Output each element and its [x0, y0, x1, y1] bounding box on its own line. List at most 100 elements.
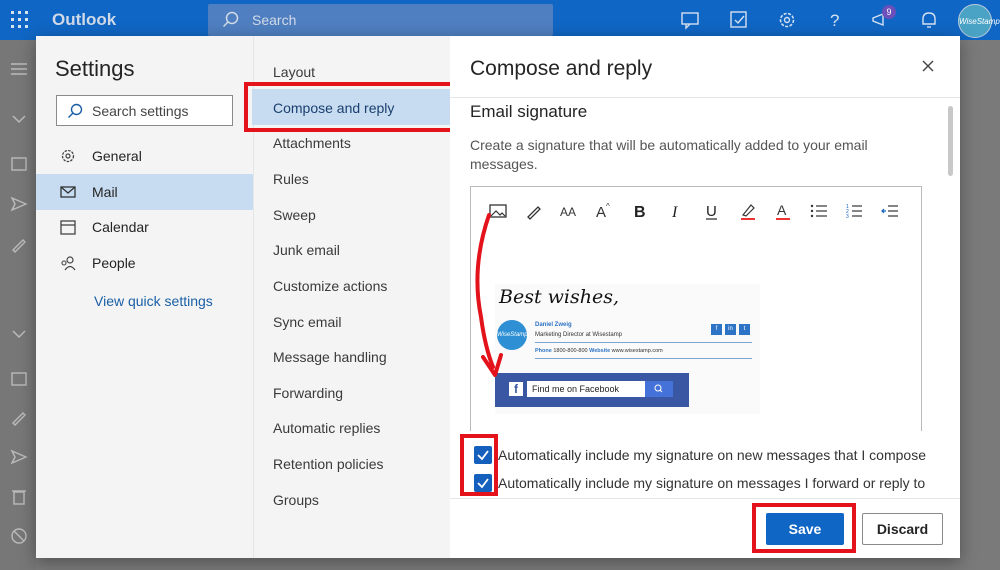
avatar[interactable]: WiseStamp [958, 4, 1000, 38]
nav-calendar[interactable]: Calendar [36, 209, 253, 245]
facebook-cta: Find me on Facebook [527, 381, 645, 397]
hamburger-icon[interactable] [10, 60, 28, 78]
section-sweep[interactable]: Sweep [273, 207, 316, 223]
svg-text:^: ^ [606, 202, 610, 211]
send-icon[interactable] [10, 448, 28, 466]
section-sync-email[interactable]: Sync email [273, 314, 341, 330]
global-search-box[interactable]: Search [208, 4, 553, 36]
linkedin-icon: in [725, 324, 736, 335]
phone-label: Phone [535, 348, 552, 354]
nav-mail[interactable]: Mail [36, 174, 253, 210]
help-icon[interactable]: ? [824, 9, 846, 31]
discard-button[interactable]: Discard [862, 513, 943, 545]
include-new-label[interactable]: Automatically include my signature on ne… [498, 447, 926, 463]
settings-title: Settings [55, 56, 135, 81]
svg-text:3: 3 [846, 214, 849, 220]
bullets-icon[interactable] [808, 201, 830, 223]
section-message-handling[interactable]: Message handling [273, 349, 387, 365]
decrease-indent-icon[interactable] [879, 201, 901, 223]
nav-general[interactable]: General [36, 138, 253, 174]
bell-icon[interactable] [918, 9, 940, 31]
section-forwarding[interactable]: Forwarding [273, 385, 343, 401]
notification-badge: 9 [882, 5, 896, 19]
facebook-banner: f Find me on Facebook [495, 373, 689, 407]
underline-icon[interactable]: U [701, 201, 723, 223]
compose-reply-panel: Compose and reply Email signature Create… [450, 36, 960, 558]
font-color-icon[interactable]: A [772, 201, 794, 223]
facebook-search-icon [645, 381, 673, 397]
svg-text:A: A [596, 204, 606, 221]
signature-role: Marketing Director at Wisestamp [535, 332, 623, 338]
svg-text:?: ? [830, 11, 839, 30]
header-divider [450, 97, 960, 98]
signature-contact: Phone 1800-800-800 Website www.wisestamp… [535, 348, 663, 354]
nav-label: Calendar [92, 219, 149, 235]
view-quick-settings-link[interactable]: View quick settings [94, 293, 213, 309]
italic-icon[interactable]: I [665, 201, 687, 223]
footer-divider [450, 498, 960, 499]
mail-icon [60, 184, 76, 200]
format-painter-icon[interactable] [523, 201, 545, 223]
settings-search-input[interactable]: Search settings [56, 95, 233, 126]
close-icon[interactable] [920, 58, 936, 74]
svg-text:A: A [777, 202, 787, 218]
pencil-icon[interactable] [10, 235, 28, 253]
section-retention-policies[interactable]: Retention policies [273, 456, 384, 472]
website-label: Website [589, 348, 611, 354]
font-size-icon[interactable]: A ^ [593, 201, 615, 223]
settings-categories: Settings Search settings General Mail Ca… [36, 36, 253, 558]
signature-preview: Best wishes, WiseStamp Daniel Zweig Mark… [495, 284, 760, 414]
svg-text:I: I [671, 204, 678, 221]
section-groups[interactable]: Groups [273, 492, 319, 508]
people-icon [60, 255, 76, 271]
section-automatic-replies[interactable]: Automatic replies [273, 420, 380, 436]
chevron-down-icon[interactable] [10, 110, 28, 128]
panel-scrollbar[interactable] [948, 106, 953, 176]
chat-icon[interactable] [680, 9, 702, 31]
inbox-icon[interactable] [10, 370, 28, 388]
global-search-placeholder: Search [252, 12, 297, 28]
svg-text:AA: AA [560, 205, 576, 219]
todo-icon[interactable] [728, 9, 750, 31]
avatar-text: WiseStamp [959, 17, 1000, 26]
section-customize-actions[interactable]: Customize actions [273, 278, 387, 294]
font-icon[interactable]: AA [558, 201, 580, 223]
include-reply-label[interactable]: Automatically include my signature on me… [498, 475, 925, 491]
inbox-icon[interactable] [10, 155, 28, 173]
settings-dialog: Settings Search settings General Mail Ca… [36, 36, 960, 558]
nav-label: General [92, 148, 142, 164]
signature-editor[interactable]: AA A ^ B I U A 123 Best wishes, WiseStamp… [470, 186, 922, 431]
top-app-bar: Outlook Search ? 9 WiseStamp [0, 0, 1000, 40]
section-compose-and-reply[interactable]: Compose and reply [273, 100, 394, 116]
phone-value: 1800-800-800 [553, 348, 588, 354]
svg-text:U: U [706, 203, 717, 220]
section-layout[interactable]: Layout [273, 64, 315, 80]
nav-label: Mail [92, 184, 118, 200]
send-icon[interactable] [10, 195, 28, 213]
annotation-arrow-icon [475, 213, 503, 377]
app-launcher-icon[interactable] [10, 10, 30, 30]
website-value: www.wisestamp.com [611, 348, 663, 354]
numbering-icon[interactable]: 123 [843, 201, 865, 223]
highlight-icon[interactable] [737, 201, 759, 223]
pencil-icon[interactable] [10, 408, 28, 426]
trash-icon[interactable] [10, 487, 28, 505]
highlight-checkbox-box [460, 434, 498, 496]
section-junk-email[interactable]: Junk email [273, 242, 340, 258]
block-icon[interactable] [10, 527, 28, 545]
nav-people[interactable]: People [36, 245, 253, 281]
panel-title: Compose and reply [470, 57, 653, 80]
section-rules[interactable]: Rules [273, 171, 309, 187]
section-heading: Email signature [470, 102, 588, 121]
settings-gear-icon[interactable] [776, 9, 798, 31]
section-attachments[interactable]: Attachments [273, 135, 351, 151]
section-description: Create a signature that will be automati… [470, 137, 868, 172]
bold-icon[interactable]: B [629, 201, 651, 223]
app-title[interactable]: Outlook [52, 10, 116, 30]
nav-label: People [92, 255, 136, 271]
signature-divider [535, 342, 752, 343]
chevron-down-icon[interactable] [10, 325, 28, 343]
highlight-save-box [752, 503, 856, 553]
left-rail [0, 40, 36, 570]
facebook-icon: f [711, 324, 722, 335]
